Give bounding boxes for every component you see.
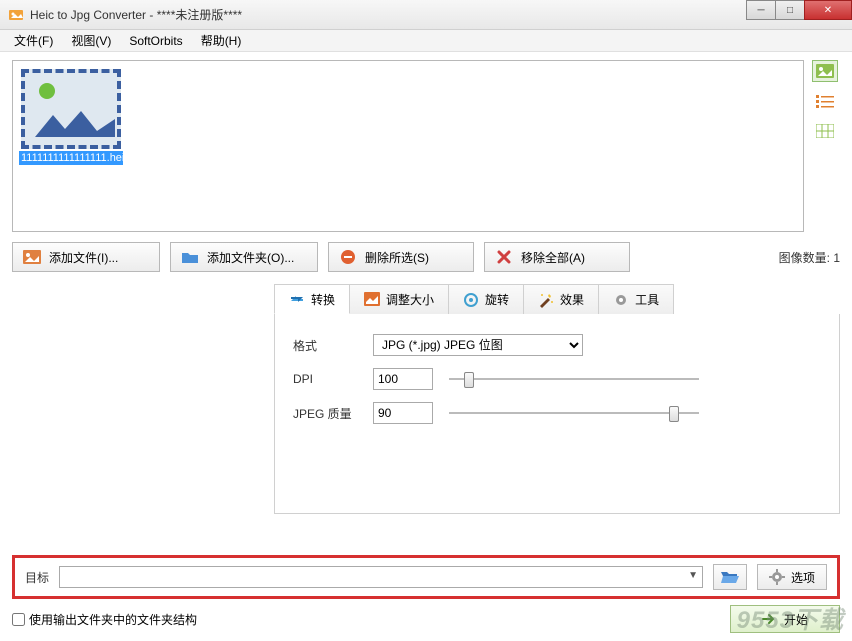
thumbnail-filename: 1111111111111111.heic <box>19 151 123 165</box>
gear-icon <box>769 569 785 585</box>
tab-convert[interactable]: 转换 <box>274 284 350 314</box>
start-label: 开始 <box>784 611 808 628</box>
options-label: 选项 <box>791 569 815 586</box>
quality-label: JPEG 质量 <box>293 405 373 422</box>
menu-view[interactable]: 视图(V) <box>63 30 119 51</box>
rotate-icon <box>463 292 479 308</box>
thumbnail-image <box>21 69 121 149</box>
quality-slider[interactable] <box>449 403 699 423</box>
window-title: Heic to Jpg Converter - ****未注册版**** <box>30 6 242 23</box>
tab-resize-label: 调整大小 <box>386 291 434 308</box>
image-count: 图像数量: 1 <box>779 249 840 266</box>
tab-rotate[interactable]: 旋转 <box>448 284 524 314</box>
remove-selected-label: 删除所选(S) <box>365 249 429 266</box>
tab-effects-label: 效果 <box>560 291 584 308</box>
view-details-button[interactable] <box>812 120 838 142</box>
format-label: 格式 <box>293 337 373 354</box>
dpi-label: DPI <box>293 372 373 386</box>
view-thumbnails-button[interactable] <box>812 60 838 82</box>
thumbnail-list[interactable]: 1111111111111111.heic <box>12 60 804 232</box>
view-list-button[interactable] <box>812 90 838 112</box>
maximize-button[interactable]: □ <box>775 0 805 20</box>
tab-tools-label: 工具 <box>635 291 659 308</box>
format-select[interactable]: JPG (*.jpg) JPEG 位图 <box>373 334 583 356</box>
folder-icon <box>181 248 199 266</box>
thumbnail-item[interactable]: 1111111111111111.heic <box>19 69 123 165</box>
menubar: 文件(F) 视图(V) SoftOrbits 帮助(H) <box>0 30 852 52</box>
add-folder-button[interactable]: 添加文件夹(O)... <box>170 242 318 272</box>
resize-icon <box>364 292 380 308</box>
tab-convert-label: 转换 <box>311 291 335 308</box>
grid-icon <box>816 124 834 138</box>
gear-icon <box>613 292 629 308</box>
menu-help[interactable]: 帮助(H) <box>193 30 250 51</box>
add-folder-label: 添加文件夹(O)... <box>207 249 294 266</box>
window-controls: ─ □ ✕ <box>747 0 852 20</box>
tab-tools[interactable]: 工具 <box>598 284 674 314</box>
options-button[interactable]: 选项 <box>757 564 827 590</box>
browse-folder-button[interactable] <box>713 564 747 590</box>
use-structure-checkbox[interactable]: 使用输出文件夹中的文件夹结构 <box>12 611 197 628</box>
view-toolbar <box>810 60 840 232</box>
list-icon <box>816 94 834 108</box>
menu-softorbits[interactable]: SoftOrbits <box>121 32 190 50</box>
dpi-slider[interactable] <box>449 369 699 389</box>
tab-effects[interactable]: 效果 <box>523 284 599 314</box>
add-files-label: 添加文件(I)... <box>49 249 118 266</box>
actions-row: 添加文件(I)... 添加文件夹(O)... 删除所选(S) 移除全部(A) 图… <box>12 242 840 272</box>
clear-icon <box>495 248 513 266</box>
target-label: 目标 <box>25 569 49 586</box>
folder-open-icon <box>720 569 740 585</box>
tab-rotate-label: 旋转 <box>485 291 509 308</box>
tab-row: 转换 调整大小 旋转 效果 工具 <box>274 284 840 314</box>
convert-icon <box>289 291 305 307</box>
app-icon <box>8 7 24 23</box>
use-structure-label: 使用输出文件夹中的文件夹结构 <box>29 611 197 628</box>
close-button[interactable]: ✕ <box>804 0 852 20</box>
target-combo[interactable]: ▼ <box>59 566 703 588</box>
image-icon <box>23 248 41 266</box>
remove-selected-button[interactable]: 删除所选(S) <box>328 242 474 272</box>
arrow-right-icon <box>762 613 778 625</box>
add-files-button[interactable]: 添加文件(I)... <box>12 242 160 272</box>
remove-all-label: 移除全部(A) <box>521 249 585 266</box>
titlebar: Heic to Jpg Converter - ****未注册版**** ─ □… <box>0 0 852 30</box>
tab-body-convert: 格式 JPG (*.jpg) JPEG 位图 DPI JPEG 质量 <box>274 314 840 514</box>
thumbnails-icon <box>816 64 834 78</box>
chevron-down-icon: ▼ <box>688 570 698 581</box>
start-button[interactable]: 开始 <box>730 605 840 633</box>
tab-resize[interactable]: 调整大小 <box>349 284 449 314</box>
remove-icon <box>339 248 357 266</box>
dpi-input[interactable] <box>373 368 433 390</box>
effects-icon <box>538 292 554 308</box>
minimize-button[interactable]: ─ <box>746 0 776 20</box>
quality-input[interactable] <box>373 402 433 424</box>
menu-file[interactable]: 文件(F) <box>6 30 61 51</box>
remove-all-button[interactable]: 移除全部(A) <box>484 242 630 272</box>
target-row: 目标 ▼ 选项 <box>12 555 840 599</box>
use-structure-input[interactable] <box>12 613 25 626</box>
